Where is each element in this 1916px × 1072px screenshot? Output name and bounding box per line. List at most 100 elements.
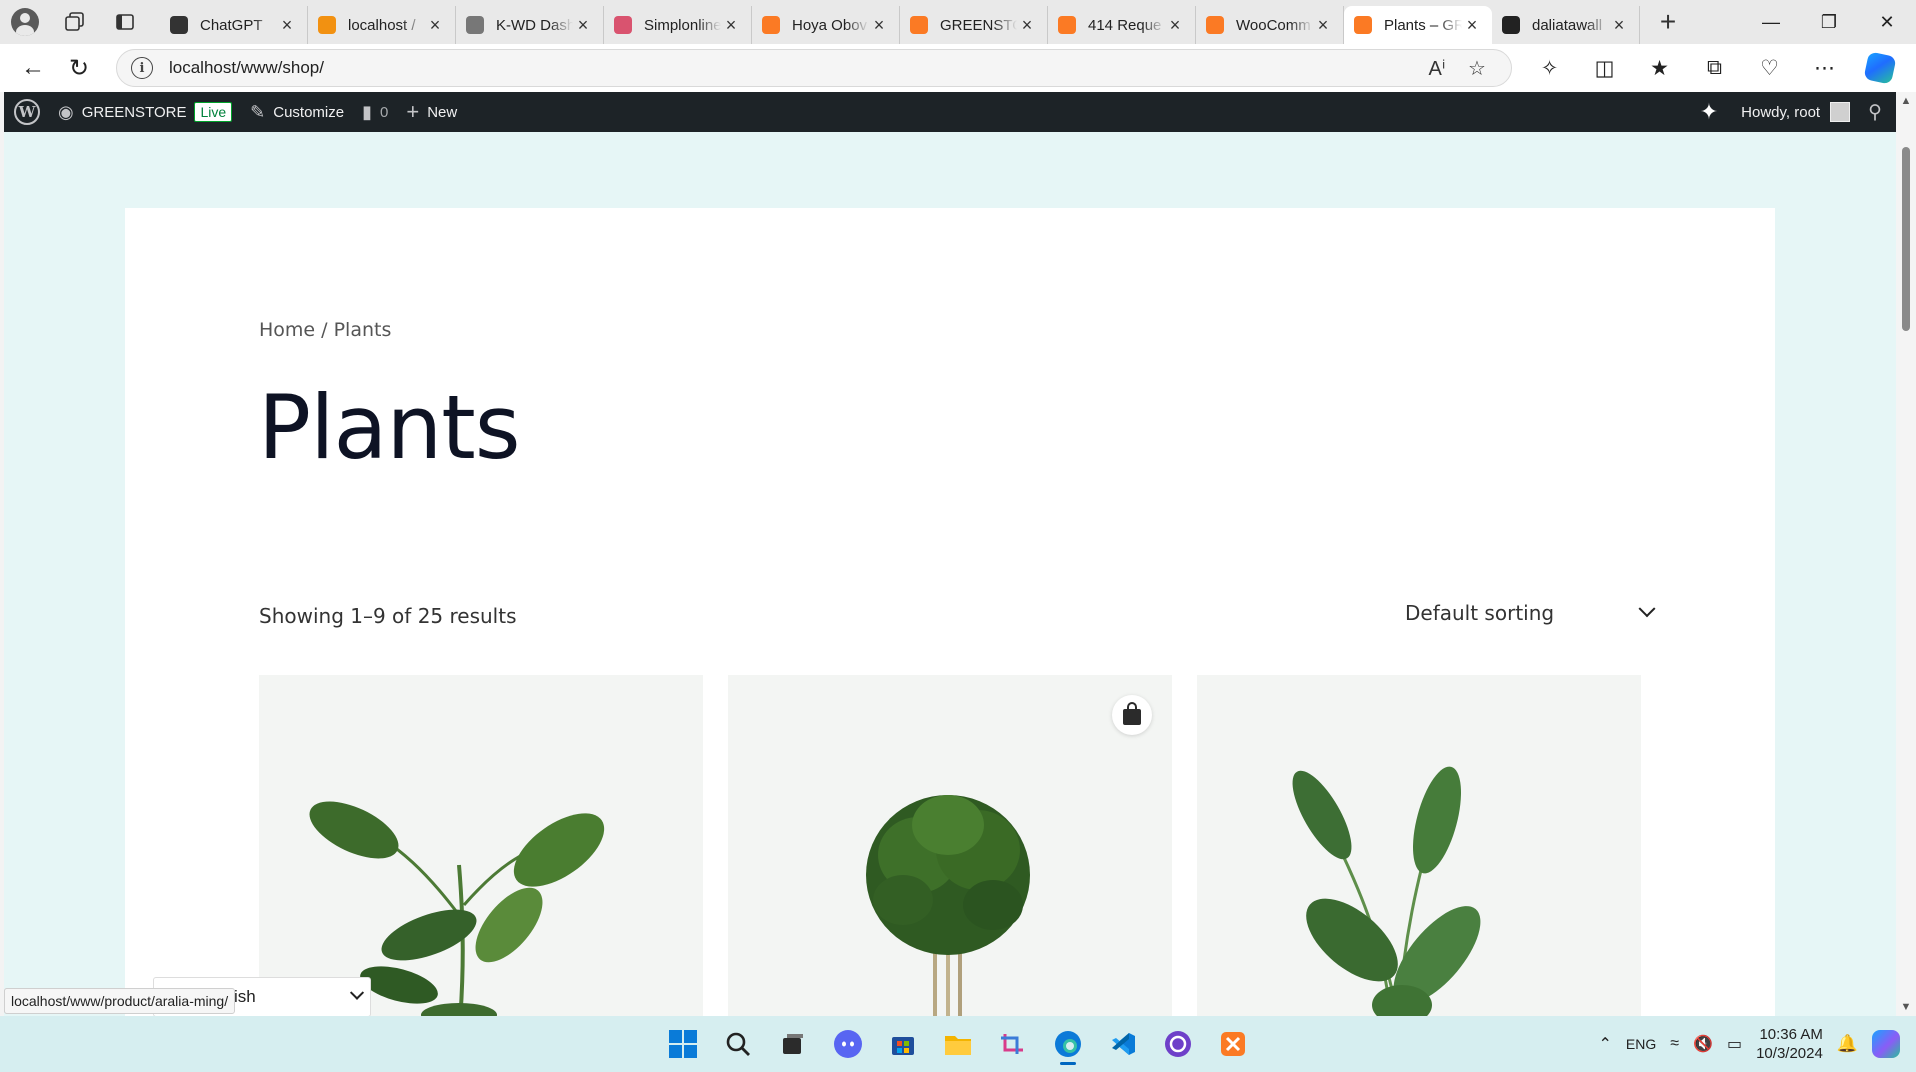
refresh-button[interactable]: ↻ (56, 45, 102, 91)
edge-app[interactable] (1047, 1023, 1089, 1065)
new-content-menu[interactable]: + New (397, 92, 466, 132)
comment-icon: ▮ (362, 101, 373, 122)
read-aloud-icon[interactable]: Aⁱ (1417, 52, 1457, 84)
workspaces-icon (65, 12, 84, 31)
clock[interactable]: 10:36 AM 10/3/2024 (1756, 1025, 1823, 1063)
collections-icon[interactable]: ⧉ (1687, 48, 1742, 88)
favorites-icon[interactable]: ★ (1632, 48, 1687, 88)
comments-count: 0 (380, 103, 389, 121)
restore-button[interactable]: ❐ (1800, 0, 1858, 44)
url-text[interactable]: localhost/www/shop/ (169, 58, 1417, 78)
browser-tab[interactable]: daliatawall × (1492, 6, 1640, 44)
browser-tab[interactable]: WooComm × (1196, 6, 1344, 44)
product-card[interactable] (259, 675, 703, 1016)
shop-content-card: Home / Plants Plants Showing 1–9 of 25 r… (125, 208, 1775, 1016)
browser-tab[interactable]: localhost / × (308, 6, 456, 44)
new-label: New (427, 103, 458, 121)
tab-label: WooComm (1236, 16, 1311, 34)
browser-tab[interactable]: Simplonline × (604, 6, 752, 44)
xampp-icon (1058, 16, 1076, 34)
browser-tab[interactable]: ChatGPT × (160, 6, 308, 44)
tab-label: 414 Reque (1088, 16, 1162, 34)
browser-essentials-icon[interactable]: ♡ (1742, 48, 1797, 88)
customize-label: Customize (273, 103, 345, 121)
start-button[interactable] (662, 1023, 704, 1065)
tab-list: ChatGPT × localhost / × K-WD Dash × Simplonli… (160, 0, 1640, 44)
product-card[interactable] (1197, 675, 1641, 1016)
ai-assistant-button[interactable]: ✦ (1691, 92, 1727, 132)
close-window-button[interactable]: ✕ (1858, 0, 1916, 44)
account-menu[interactable]: Howdy, root (1727, 92, 1859, 132)
tab-close-icon[interactable]: × (573, 15, 593, 35)
browser-tab[interactable]: K-WD Dash × (456, 6, 604, 44)
comments-link[interactable]: ▮ 0 (353, 92, 397, 132)
github-desktop-app[interactable] (1157, 1023, 1199, 1065)
document-icon (466, 16, 484, 34)
input-language[interactable]: ENG (1626, 1036, 1656, 1052)
microsoft-store-app[interactable] (882, 1023, 924, 1065)
tab-close-icon[interactable]: × (721, 15, 741, 35)
xampp-icon (910, 16, 928, 34)
strelitzia-plant-image[interactable] (1197, 675, 1641, 1016)
folder-icon (945, 1036, 971, 1055)
new-tab-button[interactable]: + (1646, 3, 1690, 41)
browser-toolbar: ✧ ◫ ★ ⧉ ♡ ⋯ (1522, 48, 1907, 88)
tab-close-icon[interactable]: × (277, 15, 297, 35)
vscode-app[interactable] (1102, 1023, 1144, 1065)
tab-close-icon[interactable]: × (869, 15, 889, 35)
favorite-star-icon[interactable]: ☆ (1457, 52, 1497, 84)
show-hidden-icons-icon[interactable]: ⌃ (1599, 1034, 1612, 1054)
add-to-cart-button[interactable] (1112, 695, 1152, 735)
minimize-button[interactable]: — (1742, 0, 1800, 44)
site-name-menu[interactable]: ◉ GREENSTORE Live (49, 92, 241, 132)
wifi-icon[interactable]: ≈ (1670, 1035, 1679, 1053)
breadcrumb[interactable]: Home / Plants (259, 319, 391, 341)
notification-bell-icon[interactable]: 🔔 (1837, 1034, 1858, 1054)
search-button[interactable] (717, 1023, 759, 1065)
file-explorer-app[interactable] (937, 1023, 979, 1065)
browser-tab[interactable]: GREENSTO × (900, 6, 1048, 44)
tab-close-icon[interactable]: × (1017, 15, 1037, 35)
battery-icon[interactable]: ▭ (1727, 1034, 1742, 1054)
address-bar: ← ↻ i localhost/www/shop/ Aⁱ ☆ ✧ ◫ ★ ⧉ ♡… (0, 44, 1916, 92)
copilot-taskbar-icon[interactable] (1872, 1030, 1900, 1058)
tab-close-icon[interactable]: × (1609, 15, 1629, 35)
site-info-icon[interactable]: i (131, 57, 153, 79)
aralia-plant-image[interactable] (728, 675, 1172, 1016)
product-card[interactable] (728, 675, 1172, 1016)
copilot-button[interactable] (1852, 48, 1907, 88)
workspaces-button[interactable] (50, 0, 100, 44)
tab-close-icon[interactable]: × (1313, 15, 1333, 35)
sorting-select[interactable]: Default sorting (1405, 595, 1656, 631)
back-button[interactable]: ← (10, 45, 56, 91)
extensions-icon[interactable]: ✧ (1522, 48, 1577, 88)
vertical-tabs-icon (116, 14, 134, 30)
url-field[interactable]: i localhost/www/shop/ Aⁱ ☆ (116, 49, 1512, 87)
scroll-up-icon[interactable]: ▲ (1896, 92, 1916, 110)
tab-actions-button[interactable] (100, 0, 150, 44)
live-badge: Live (194, 102, 233, 122)
page-scrollbar[interactable]: ▲ ▼ (1896, 92, 1916, 1016)
xampp-app[interactable] (1212, 1023, 1254, 1065)
browser-tab[interactable]: 414 Reque × (1048, 6, 1196, 44)
snipping-tool-app[interactable] (992, 1023, 1034, 1065)
tab-close-icon[interactable]: × (1165, 15, 1185, 35)
browser-tab[interactable]: Hoya Obov × (752, 6, 900, 44)
wp-logo-menu[interactable]: W (4, 92, 49, 132)
wordpress-icon: W (14, 99, 40, 125)
split-screen-icon[interactable]: ◫ (1577, 48, 1632, 88)
customize-link[interactable]: ✎ Customize (241, 92, 353, 132)
task-view-button[interactable] (772, 1023, 814, 1065)
scrollbar-thumb[interactable] (1902, 147, 1910, 331)
tab-close-icon[interactable]: × (425, 15, 445, 35)
volume-muted-icon[interactable]: 🔇 (1693, 1034, 1713, 1054)
settings-more-icon[interactable]: ⋯ (1797, 48, 1852, 88)
browser-tab[interactable]: Plants – GR × (1344, 6, 1492, 44)
philodendron-plant-image[interactable] (259, 675, 703, 1016)
tab-close-icon[interactable]: × (1462, 15, 1482, 35)
profile-button[interactable] (0, 0, 50, 44)
tab-label: Simplonline (644, 16, 721, 34)
scroll-down-icon[interactable]: ▼ (1896, 998, 1916, 1016)
admin-search-button[interactable]: ⚲ (1859, 92, 1896, 132)
discord-app[interactable] (827, 1023, 869, 1065)
